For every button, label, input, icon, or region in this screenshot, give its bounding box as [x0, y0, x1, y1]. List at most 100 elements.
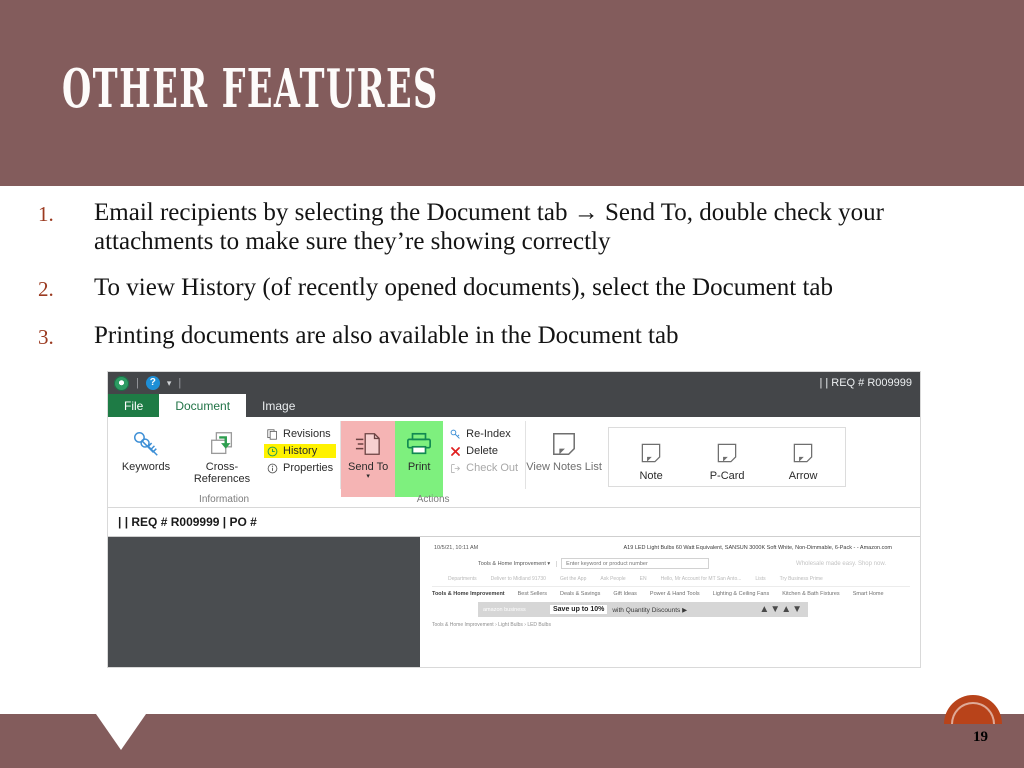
amazon-nav-item[interactable]: Try Business Prime — [780, 576, 823, 582]
revisions-icon — [267, 428, 278, 440]
amazon-search-input[interactable]: Enter keyword or product number — [561, 558, 710, 569]
slide: OTHER FEATURES 1. Email recipients by se… — [0, 0, 1024, 768]
amazon-business-logo: amazon business — [483, 606, 526, 613]
amazon-nav-item[interactable]: EN — [640, 576, 647, 582]
embedded-app-screenshot: | ? ▾ | | | REQ # R009999 File Document … — [108, 372, 920, 667]
note-icon — [792, 436, 814, 470]
chevron-down-icon[interactable]: ▾ — [167, 378, 172, 388]
ribbon: Keywords Cross-References Revisions Hist… — [108, 417, 920, 508]
page-title: OTHER FEATURES — [62, 57, 439, 121]
delete-button[interactable]: Delete — [447, 444, 521, 458]
amazon-timestamp: 10/5/21, 10:11 AM — [434, 545, 479, 551]
print-label: Print — [407, 461, 431, 473]
amazon-banner-save-text: Save up to 10% — [550, 605, 608, 614]
note-icon — [716, 436, 738, 470]
print-button[interactable]: Print — [395, 421, 444, 497]
ribbon-group-label-actions: Actions — [416, 494, 450, 505]
clock-icon — [267, 446, 278, 457]
ribbon-tab-strip: File Document Image — [108, 394, 920, 417]
chevron-down-icon[interactable]: ▾ — [366, 473, 370, 480]
tab-image[interactable]: Image — [246, 394, 311, 417]
tab-document[interactable]: Document — [159, 394, 247, 417]
amazon-nav-item[interactable]: Ask People — [600, 576, 625, 582]
keywords-label: Keywords — [121, 461, 171, 473]
viewer-left-panel[interactable] — [108, 537, 420, 667]
amazon-category-item[interactable]: Lighting & Ceiling Fans — [713, 591, 770, 597]
send-to-button[interactable]: Send To ▾ — [341, 421, 396, 497]
ribbon-group-notes: View Notes List Note P-Card Arrow — [526, 417, 847, 507]
cross-reference-icon — [207, 427, 237, 461]
amazon-search-bar: Tools & Home Improvement ▾ Enter keyword… — [478, 558, 910, 569]
list-item-marker: 3. — [38, 325, 54, 349]
amazon-category-item[interactable]: Gift Ideas — [613, 591, 637, 597]
cross-references-label: Cross-References — [193, 461, 251, 485]
delete-x-icon — [450, 446, 461, 457]
amazon-nav-item[interactable]: Get the App — [560, 576, 586, 582]
list-item: 2. To view History (of recently opened d… — [38, 273, 988, 304]
note-icon — [640, 436, 662, 470]
revisions-button[interactable]: Revisions — [264, 427, 336, 441]
re-index-label: Re-Index — [466, 428, 511, 440]
list-item: 1. Email recipients by selecting the Doc… — [38, 198, 988, 256]
amazon-category-item[interactable]: Deals & Savings — [560, 591, 600, 597]
check-out-button: Check Out — [447, 461, 521, 475]
light-bulbs-icon: ▲▼▲▼ — [759, 604, 803, 615]
properties-button[interactable]: Properties — [264, 461, 336, 475]
amazon-page-title: A19 LED Light Bulbs 60 Watt Equivalent, … — [623, 545, 893, 551]
document-preview-amazon: 10/5/21, 10:11 AM A19 LED Light Bulbs 60… — [420, 537, 920, 667]
history-button[interactable]: History — [264, 444, 337, 458]
note-gallery-item-pcard[interactable]: P-Card — [689, 430, 765, 482]
page-number-badge — [944, 695, 1002, 724]
amazon-print-header: 10/5/21, 10:11 AM A19 LED Light Bulbs 60… — [430, 545, 910, 551]
help-icon[interactable]: ? — [145, 376, 160, 390]
check-out-icon — [450, 463, 461, 474]
amazon-nav-item[interactable]: Hello, Mr Account for MT San Anto... — [661, 576, 742, 582]
note-gallery-item-note[interactable]: Note — [613, 430, 689, 482]
re-index-button[interactable]: Re-Index — [447, 427, 521, 441]
printer-icon — [405, 427, 433, 461]
list-item-marker: 1. — [38, 202, 54, 226]
note-gallery-item-arrow[interactable]: Arrow — [765, 430, 841, 482]
note-gallery-label: P-Card — [709, 470, 745, 482]
app-window-title: | | REQ # R009999 — [819, 377, 912, 389]
actions-small-buttons: Re-Index Delete Check Out — [443, 421, 525, 475]
amazon-category-item[interactable]: Best Sellers — [518, 591, 547, 597]
amazon-business-banner[interactable]: amazon business Save up to 10% with Quan… — [478, 602, 808, 617]
amazon-category-item[interactable]: Power & Hand Tools — [650, 591, 700, 597]
tab-file[interactable]: File — [108, 394, 160, 417]
footer-notch-decoration — [96, 714, 146, 750]
cross-references-button[interactable]: Cross-References — [184, 421, 260, 485]
amazon-search-department[interactable]: Tools & Home Improvement ▾ — [478, 560, 558, 567]
page-number: 19 — [973, 729, 988, 745]
ribbon-group-label-information: Information — [199, 494, 250, 505]
reindex-key-icon — [450, 429, 461, 440]
ribbon-group-information: Keywords Cross-References Revisions Hist… — [108, 417, 340, 507]
check-out-label: Check Out — [466, 462, 519, 474]
send-to-label: Send To — [348, 461, 389, 473]
delete-label: Delete — [466, 445, 498, 457]
amazon-nav-item[interactable]: Departments — [448, 576, 477, 582]
note-icon — [551, 427, 577, 461]
send-to-icon — [354, 427, 382, 461]
document-viewer: 10/5/21, 10:11 AM A19 LED Light Bulbs 60… — [108, 537, 920, 667]
info-icon — [267, 463, 278, 474]
amazon-nav-row: Departments Deliver to Midland 91730 Get… — [448, 576, 910, 582]
onbase-logo-icon[interactable] — [114, 375, 129, 391]
view-notes-list-label: View Notes List — [526, 461, 602, 473]
quick-access-toolbar[interactable]: | ? ▾ | — [114, 375, 181, 391]
ribbon-group-label-notes — [526, 505, 846, 507]
list-item-marker: 2. — [38, 277, 54, 301]
amazon-promo-text: Wholesale made easy. Shop now. — [796, 560, 886, 567]
note-gallery-label: Arrow — [788, 470, 818, 482]
chevron-down-icon: ▾ — [547, 560, 551, 567]
amazon-category-item[interactable]: Tools & Home Improvement — [432, 591, 505, 597]
revisions-label: Revisions — [283, 428, 331, 440]
keywords-button[interactable]: Keywords — [108, 421, 184, 473]
information-small-buttons: Revisions History Properties — [260, 421, 340, 475]
amazon-search-department-label: Tools & Home Improvement — [478, 560, 546, 567]
amazon-category-item[interactable]: Kitchen & Bath Fixtures — [782, 591, 839, 597]
view-notes-list-button[interactable]: View Notes List — [526, 421, 602, 473]
amazon-category-item[interactable]: Smart Home — [853, 591, 884, 597]
amazon-nav-item[interactable]: Deliver to Midland 91730 — [491, 576, 546, 582]
amazon-nav-item[interactable]: Lists — [755, 576, 765, 582]
